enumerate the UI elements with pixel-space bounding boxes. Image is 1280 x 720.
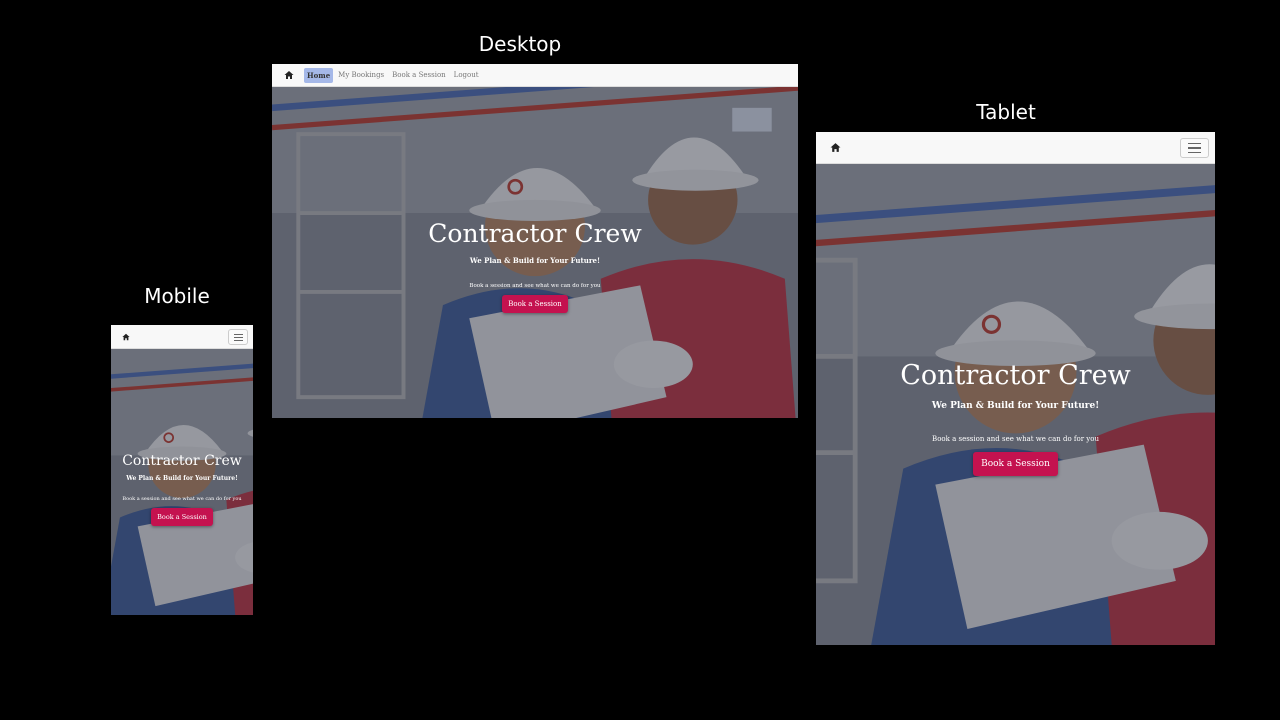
desktop-preview: Home My Bookings Book a Session Logout C… bbox=[272, 64, 798, 418]
book-session-button[interactable]: Book a Session bbox=[502, 295, 568, 313]
tablet-preview: Contractor Crew We Plan & Build for Your… bbox=[816, 132, 1215, 645]
hero-cta-text: Book a session and see what we can do fo… bbox=[122, 496, 242, 502]
desktop-navbar: Home My Bookings Book a Session Logout bbox=[272, 64, 798, 87]
desktop-hero: Contractor Crew We Plan & Build for Your… bbox=[272, 87, 798, 418]
book-session-button[interactable]: Book a Session bbox=[151, 508, 213, 526]
tablet-navbar bbox=[816, 132, 1215, 164]
mobile-caption: Mobile bbox=[144, 284, 210, 308]
nav-link-book-a-session[interactable]: Book a Session bbox=[389, 68, 449, 82]
mobile-navbar bbox=[111, 325, 253, 349]
tablet-hero: Contractor Crew We Plan & Build for Your… bbox=[816, 164, 1215, 645]
hero-content: Contractor Crew We Plan & Build for Your… bbox=[272, 219, 798, 313]
hero-tagline: We Plan & Build for Your Future! bbox=[931, 401, 1100, 411]
hero-title: Contractor Crew bbox=[428, 219, 642, 248]
hero-cta-text: Book a session and see what we can do fo… bbox=[932, 435, 1099, 443]
nav-link-home[interactable]: Home bbox=[304, 67, 334, 83]
hero-content: Contractor Crew We Plan & Build for Your… bbox=[111, 453, 253, 526]
mobile-preview: Contractor Crew We Plan & Build for Your… bbox=[111, 325, 253, 615]
hero-title: Contractor Crew bbox=[900, 360, 1131, 391]
hamburger-menu-icon[interactable] bbox=[1180, 138, 1209, 158]
book-session-button[interactable]: Book a Session bbox=[973, 452, 1058, 476]
hero-title: Contractor Crew bbox=[122, 453, 242, 469]
nav-link-logout[interactable]: Logout bbox=[451, 68, 482, 82]
hero-tagline: We Plan & Build for Your Future! bbox=[126, 475, 238, 482]
mobile-hero: Contractor Crew We Plan & Build for Your… bbox=[111, 349, 253, 615]
desktop-caption: Desktop bbox=[478, 32, 562, 56]
hero-cta-text: Book a session and see what we can do fo… bbox=[469, 283, 601, 289]
home-icon[interactable] bbox=[121, 332, 131, 342]
hero-content: Contractor Crew We Plan & Build for Your… bbox=[816, 360, 1215, 476]
hamburger-menu-icon[interactable] bbox=[228, 329, 248, 345]
nav-link-my-bookings[interactable]: My Bookings bbox=[335, 68, 387, 82]
hero-tagline: We Plan & Build for Your Future! bbox=[469, 256, 601, 265]
tablet-caption: Tablet bbox=[976, 100, 1036, 124]
home-icon[interactable] bbox=[828, 141, 842, 155]
home-icon[interactable] bbox=[282, 68, 296, 82]
